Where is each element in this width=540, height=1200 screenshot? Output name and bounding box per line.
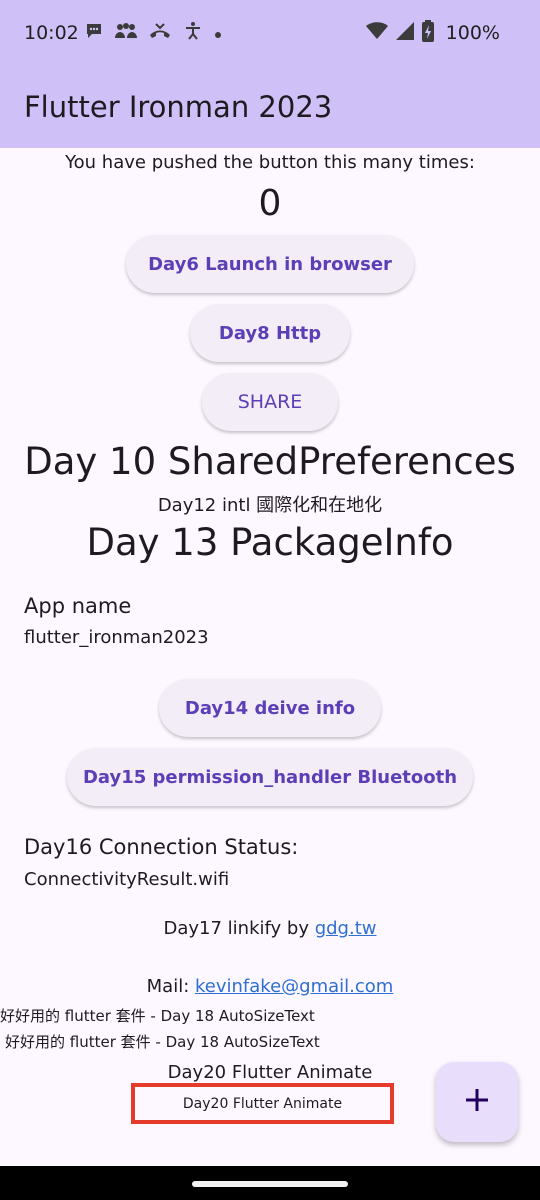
chat-icon: [84, 21, 104, 45]
mail-text: Mail: kevinfake@gmail.com: [0, 976, 540, 997]
plus-icon: [464, 1087, 490, 1117]
linkify-text: Day17 linkify by gdg.tw: [0, 918, 540, 939]
animate-boxed-text: Day20 Flutter Animate: [182, 1095, 343, 1112]
package-info-heading: Day 13 PackageInfo: [86, 521, 454, 564]
connection-status-label: Day16 Connection Status:: [24, 835, 299, 859]
autosize-text-2: 好好用的 flutter 套件 - Day 18 AutoSizeText: [5, 1033, 320, 1051]
status-time: 10:02: [24, 22, 79, 44]
status-notification-icons: [84, 20, 222, 46]
increment-fab[interactable]: [436, 1062, 518, 1142]
app-name-value: flutter_ironman2023: [24, 627, 209, 648]
dot-icon: [214, 24, 222, 43]
counter-value: 0: [258, 183, 282, 224]
bluetooth-permission-button[interactable]: Day15 permission_handler Bluetooth: [67, 748, 473, 806]
device-info-button[interactable]: Day14 deive info: [159, 679, 381, 737]
connection-status-value: ConnectivityResult.wifi: [24, 869, 230, 890]
home-gesture-handle[interactable]: [192, 1181, 348, 1187]
shared-preferences-heading: Day 10 SharedPreferences: [24, 440, 516, 483]
linkify-prefix: Day17 linkify by: [163, 918, 315, 939]
battery-percentage: 100%: [445, 22, 500, 44]
share-button[interactable]: SHARE: [202, 373, 338, 431]
page-title: Flutter Ironman 2023: [24, 90, 333, 124]
battery-icon: [421, 20, 434, 46]
gdg-link[interactable]: gdg.tw: [315, 918, 377, 939]
counter-label: You have pushed the button this many tim…: [65, 152, 475, 173]
signal-icon: [395, 22, 414, 44]
intl-text: Day12 intl 國際化和在地化: [157, 495, 383, 516]
animate-highlight-box: Day20 Flutter Animate: [131, 1083, 394, 1124]
app-name-label: App name: [24, 594, 132, 618]
accessibility-icon: [182, 21, 204, 45]
launch-browser-button[interactable]: Day6 Launch in browser: [126, 235, 414, 293]
missed-call-icon: [148, 21, 172, 45]
group-icon: [114, 21, 138, 45]
http-button[interactable]: Day8 Http: [190, 304, 350, 362]
wifi-icon: [365, 22, 388, 44]
status-system-icons: 100%: [365, 20, 500, 46]
autosize-text-1: 好好用的 flutter 套件 - Day 18 AutoSizeText: [0, 1007, 315, 1025]
mail-prefix: Mail:: [146, 976, 196, 997]
mail-link[interactable]: kevinfake@gmail.com: [195, 976, 393, 997]
